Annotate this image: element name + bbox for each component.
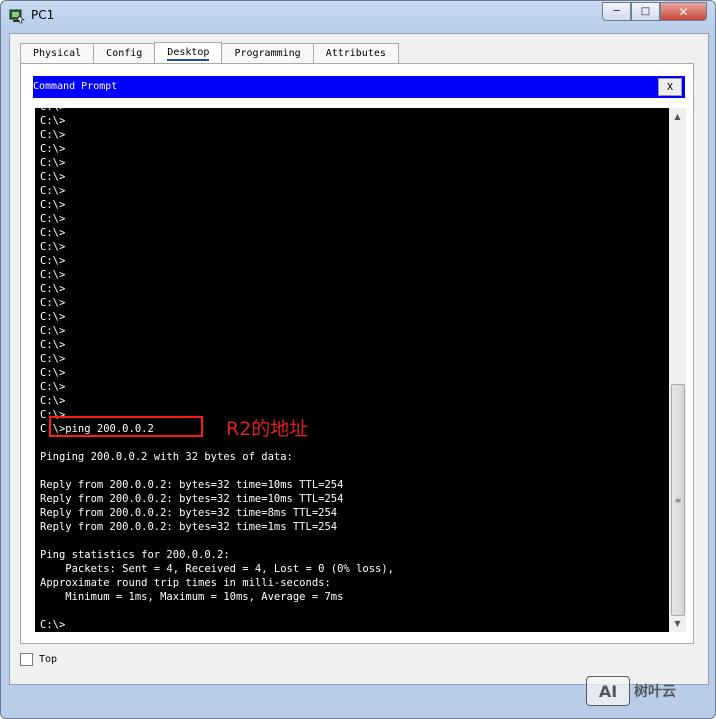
close-button[interactable]: ✕ — [660, 2, 707, 21]
tab-programming[interactable]: Programming — [221, 43, 314, 63]
tab-attributes[interactable]: Attributes — [312, 43, 399, 63]
minimize-button[interactable]: ─ — [602, 2, 631, 21]
tab-label: Desktop — [167, 47, 210, 61]
top-checkbox-label: Top — [39, 654, 58, 665]
scroll-down-icon[interactable]: ▼ — [669, 615, 686, 632]
tab-label: Programming — [234, 48, 301, 59]
tab-label: Physical — [33, 48, 82, 59]
command-prompt-close-button[interactable]: X — [658, 78, 682, 96]
annotation-label: R2的地址 — [226, 418, 309, 440]
window-controls: ─ □ ✕ — [602, 2, 707, 22]
watermark: AI 树叶云 — [586, 676, 676, 706]
tab-bar: Physical Config Desktop Programming Attr… — [20, 42, 399, 64]
close-icon: ✕ — [678, 4, 689, 19]
scroll-up-icon[interactable]: ▲ — [669, 108, 686, 125]
watermark-logo-icon: AI — [586, 676, 630, 706]
watermark-text: 树叶云 — [634, 684, 676, 700]
maximize-button[interactable]: □ — [631, 2, 660, 21]
packet-tracer-pc-icon — [9, 9, 25, 24]
command-prompt-title: Command Prompt — [33, 81, 118, 92]
tab-config[interactable]: Config — [93, 43, 156, 63]
tab-label: Attributes — [325, 48, 386, 59]
desktop-panel: Command Prompt X C:\> C:\> C:\> C:\> C:\… — [20, 63, 694, 644]
terminal-text: C:\> C:\> C:\> C:\> C:\> C:\> C:\> C:\> … — [40, 108, 395, 631]
title-bar[interactable]: PC1 ─ □ ✕ — [1, 1, 715, 33]
top-checkbox[interactable] — [20, 653, 33, 666]
terminal-output[interactable]: C:\> C:\> C:\> C:\> C:\> C:\> C:\> C:\> … — [35, 108, 669, 632]
top-checkbox-row[interactable]: Top — [20, 653, 57, 666]
maximize-icon: □ — [640, 6, 651, 17]
annotation-highlight-box — [49, 416, 203, 437]
tab-physical[interactable]: Physical — [20, 43, 95, 63]
tab-label: Config — [106, 48, 143, 59]
window-title: PC1 — [31, 8, 55, 22]
scroll-thumb[interactable]: ≡ — [671, 384, 685, 616]
minimize-icon: ─ — [613, 6, 620, 17]
terminal-scrollbar[interactable]: ▲ ≡ ▼ — [669, 108, 686, 632]
application-window: PC1 ─ □ ✕ Physical Config Desktop Progra… — [0, 0, 716, 719]
command-prompt-title-bar: Command Prompt X — [33, 76, 685, 98]
client-area: Physical Config Desktop Programming Attr… — [9, 33, 709, 685]
tab-desktop[interactable]: Desktop — [154, 42, 223, 64]
grip-icon: ≡ — [674, 495, 682, 505]
